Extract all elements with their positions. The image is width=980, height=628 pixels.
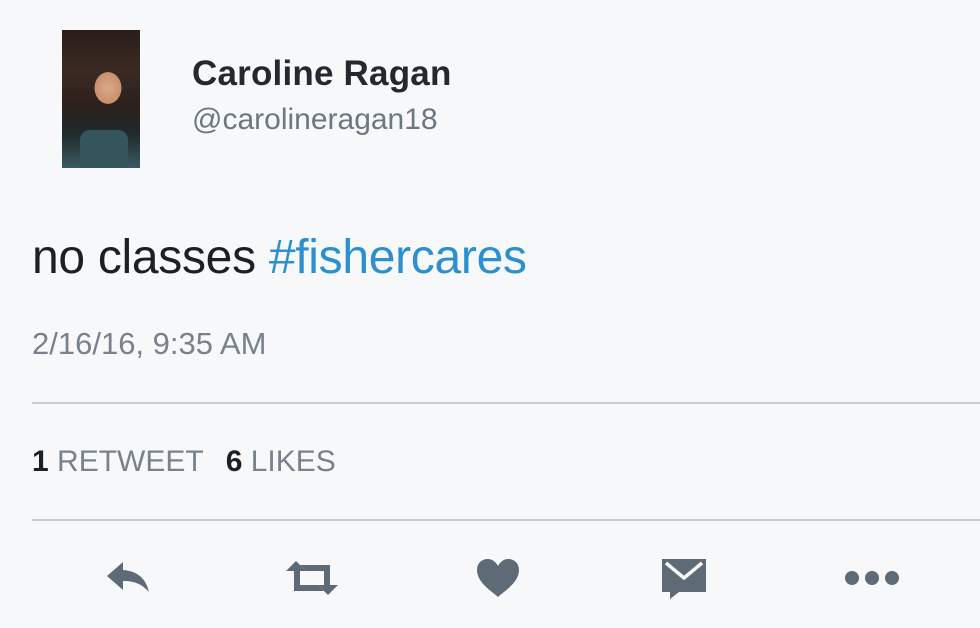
retweet-button[interactable]	[282, 552, 342, 604]
avatar[interactable]	[62, 30, 140, 168]
direct-message-button[interactable]	[654, 552, 714, 604]
tweet-text-plain: no classes	[32, 231, 269, 284]
tweet-timestamp: 2/16/16, 9:35 AM	[32, 326, 267, 361]
reply-button[interactable]	[98, 552, 158, 604]
reply-icon	[103, 558, 153, 598]
tweet-text: no classes #fishercares	[32, 230, 527, 285]
envelope-icon	[659, 556, 709, 600]
retweet-count: 1	[32, 445, 49, 478]
divider	[32, 402, 980, 404]
tweet-card: Caroline Ragan @carolineragan18 no class…	[0, 0, 980, 628]
display-name[interactable]: Caroline Ragan	[192, 54, 452, 94]
heart-icon	[475, 557, 521, 599]
likes-stat[interactable]: 6 LIKES	[226, 445, 336, 478]
engagement-stats: 1 RETWEET 6 LIKES	[32, 445, 336, 479]
likes-label: LIKES	[250, 445, 336, 478]
retweet-label: RETWEET	[57, 445, 204, 478]
user-handle[interactable]: @carolineragan18	[192, 103, 438, 137]
more-dots-icon	[842, 568, 902, 588]
hashtag-link[interactable]: #fishercares	[269, 231, 527, 284]
more-button[interactable]	[842, 552, 902, 604]
divider	[32, 519, 980, 521]
retweet-stat[interactable]: 1 RETWEET	[32, 445, 204, 478]
like-button[interactable]	[468, 552, 528, 604]
retweet-icon	[282, 558, 342, 598]
like-count: 6	[225, 445, 243, 478]
